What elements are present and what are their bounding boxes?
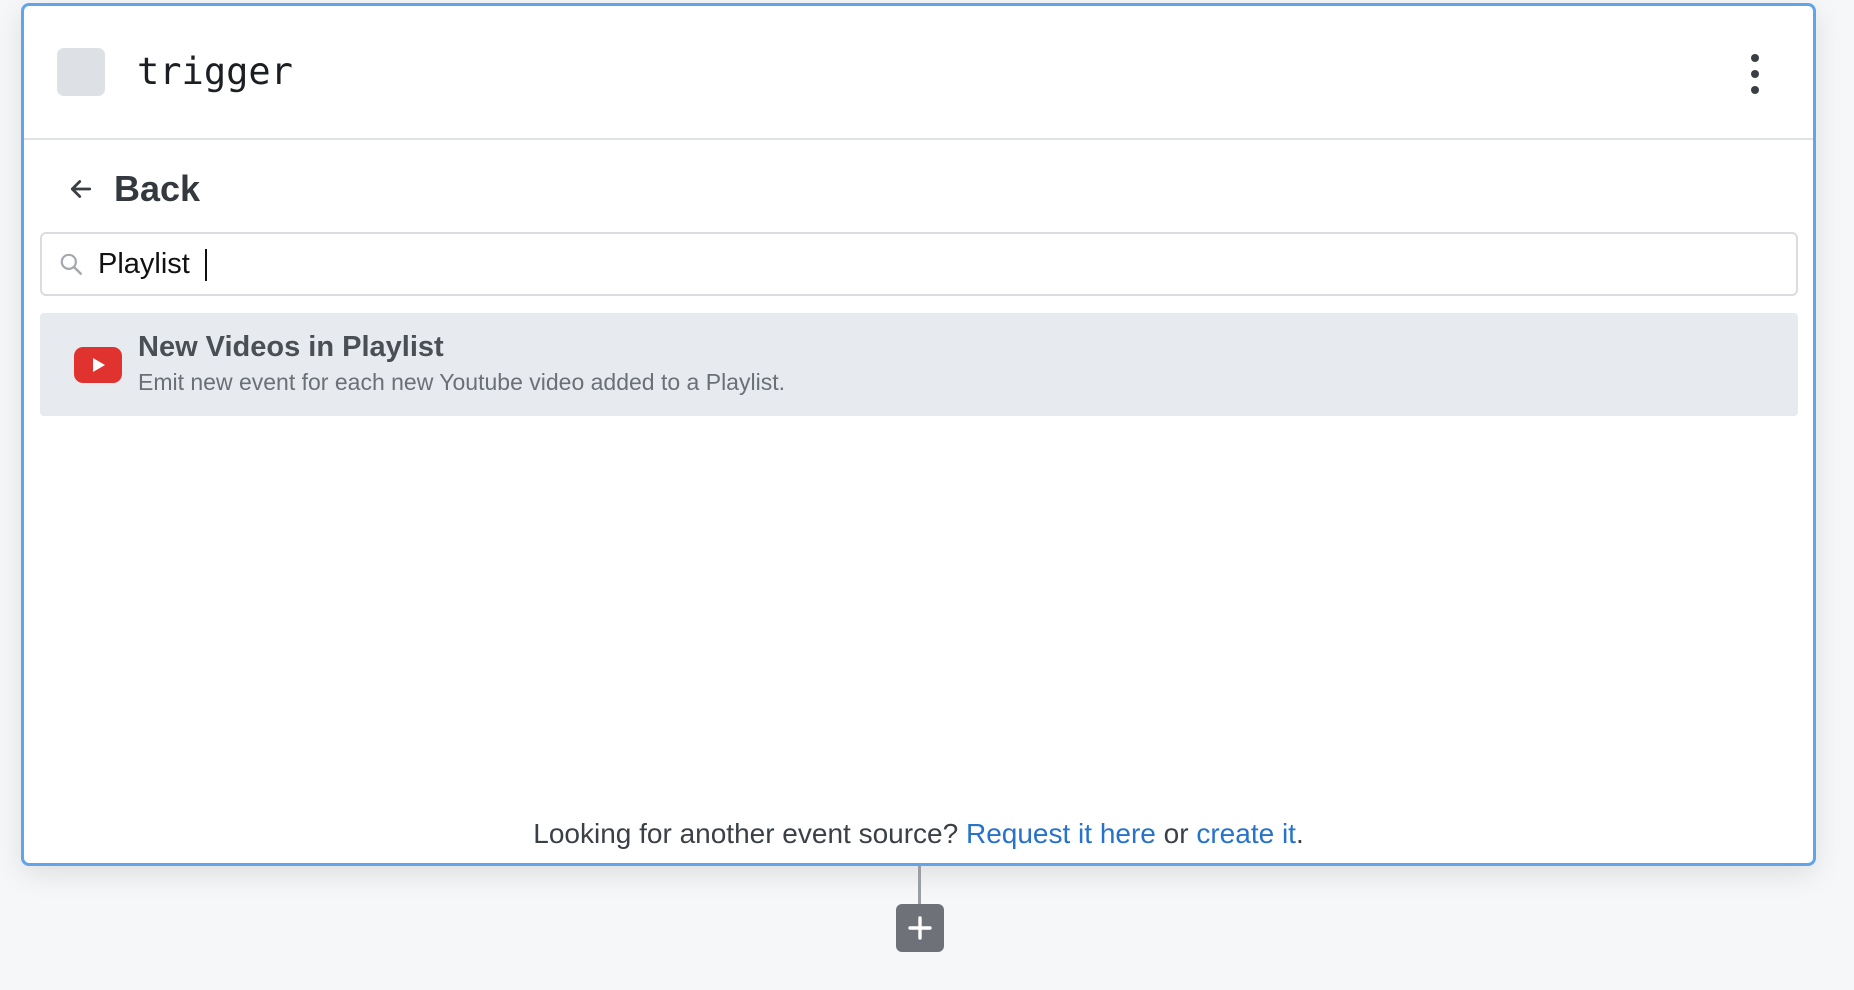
result-title: New Videos in Playlist bbox=[138, 331, 444, 363]
arrow-left-icon bbox=[70, 180, 92, 198]
trigger-step-card: trigger Back Playlist New Videos in Play… bbox=[21, 3, 1816, 866]
step-name-label[interactable]: trigger bbox=[137, 50, 293, 94]
create-link[interactable]: create it bbox=[1196, 818, 1296, 849]
text-caret bbox=[205, 249, 207, 281]
step-header: trigger bbox=[24, 6, 1813, 140]
more-vertical-icon[interactable] bbox=[1749, 54, 1761, 94]
footer-period: . bbox=[1295, 818, 1304, 849]
plus-icon bbox=[908, 916, 932, 940]
footer-or: or bbox=[1163, 818, 1189, 849]
footer-prompt: Looking for another event source? bbox=[533, 818, 959, 849]
kebab-dot bbox=[1751, 54, 1759, 62]
list-item[interactable]: New Videos in Playlist Emit new event fo… bbox=[40, 313, 1798, 416]
kebab-dot bbox=[1751, 86, 1759, 94]
search-input[interactable] bbox=[98, 247, 398, 281]
step-app-icon-placeholder bbox=[57, 48, 105, 96]
step-connector bbox=[918, 866, 921, 906]
search-icon bbox=[60, 253, 82, 275]
add-step-button[interactable] bbox=[896, 904, 944, 952]
back-label: Back bbox=[114, 168, 201, 209]
back-button[interactable]: Back bbox=[66, 164, 200, 214]
workflow-canvas: trigger Back Playlist New Videos in Play… bbox=[0, 0, 1854, 990]
kebab-dot bbox=[1751, 70, 1759, 78]
result-description: Emit new event for each new Youtube vide… bbox=[138, 369, 785, 395]
request-link[interactable]: Request it here bbox=[966, 818, 1156, 849]
search-box[interactable] bbox=[40, 232, 1798, 296]
footer-message: Looking for another event source? Reques… bbox=[24, 818, 1813, 850]
youtube-icon bbox=[74, 347, 122, 383]
